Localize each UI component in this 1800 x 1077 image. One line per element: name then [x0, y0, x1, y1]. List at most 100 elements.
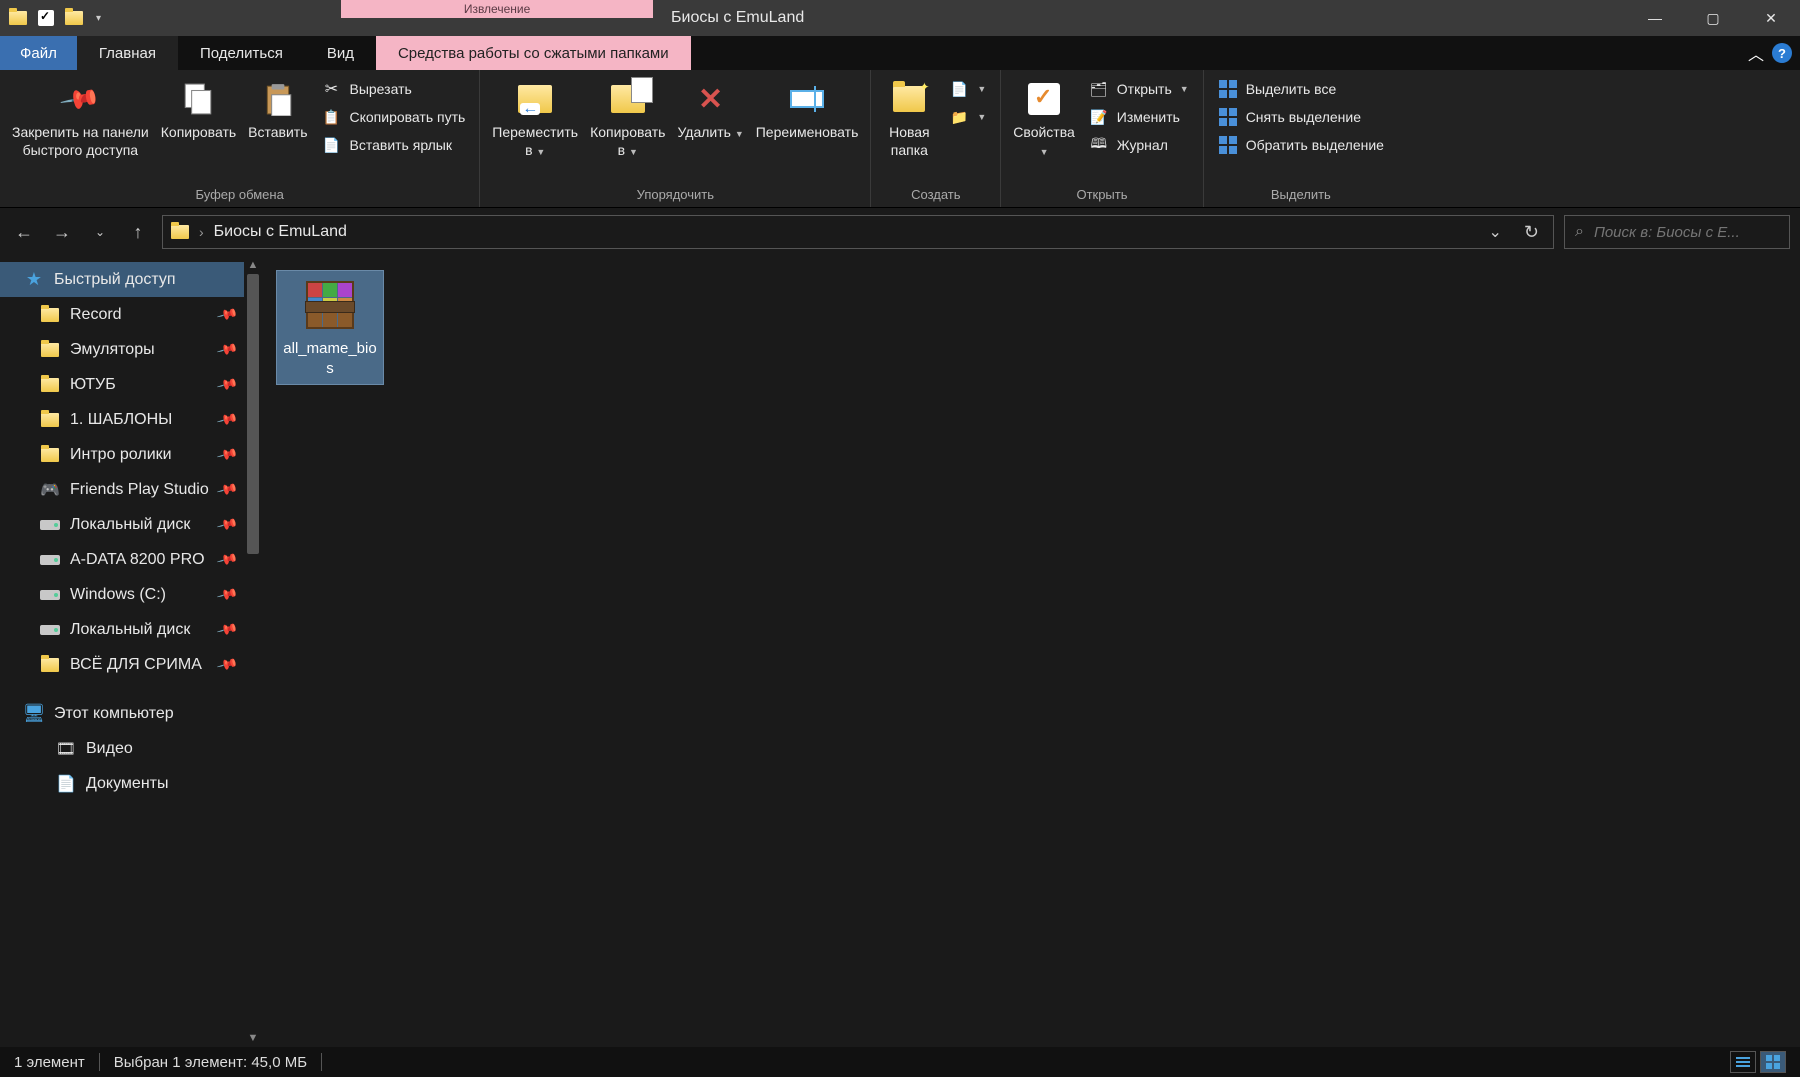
- qat-properties-icon[interactable]: [36, 8, 56, 28]
- rename-icon: [788, 80, 826, 118]
- address-dropdown[interactable]: ⌄: [1483, 222, 1508, 242]
- pin-icon: 📌: [215, 583, 239, 606]
- status-separator: [99, 1053, 100, 1071]
- pin-icon: 📌: [215, 478, 239, 501]
- maximize-button[interactable]: ▢: [1684, 0, 1742, 36]
- ribbon-group-select: Выделить все Снять выделение Обратить вы…: [1204, 70, 1398, 207]
- address-bar[interactable]: › Биосы с EmuLand ⌄ ↻: [162, 215, 1554, 249]
- copy-icon: [179, 80, 217, 118]
- special-icon: 🎮: [40, 480, 60, 500]
- file-name-label: all_mame_bios: [283, 339, 377, 378]
- tab-view[interactable]: Вид: [305, 36, 376, 70]
- open-button[interactable]: 🗂Открыть ▼: [1083, 76, 1195, 102]
- select-all-button[interactable]: Выделить все: [1212, 76, 1390, 102]
- view-icons-button[interactable]: [1760, 1051, 1786, 1073]
- tab-share[interactable]: Поделиться: [178, 36, 305, 70]
- cut-button[interactable]: ✂ Вырезать: [316, 76, 472, 102]
- sidebar-item-youtube[interactable]: ЮТУБ📌: [0, 367, 244, 402]
- ribbon-group-clipboard-label: Буфер обмена: [0, 181, 479, 207]
- qat-dropdown[interactable]: ▾: [92, 13, 105, 24]
- copy-button[interactable]: Копировать: [155, 74, 242, 144]
- copy-path-button[interactable]: 📋 Скопировать путь: [316, 104, 472, 130]
- file-item-all-mame-bios[interactable]: all_mame_bios: [276, 270, 384, 385]
- open-icon: 🗂: [1089, 79, 1109, 99]
- new-folder-button[interactable]: Новая папка: [877, 74, 941, 161]
- forward-button[interactable]: →: [48, 218, 76, 246]
- qat-newfolder-icon[interactable]: [64, 8, 84, 28]
- sidebar-item-local-disk-2[interactable]: Локальный диск📌: [0, 612, 244, 647]
- pin-quick-access-button[interactable]: 📌 Закрепить на панели быстрого доступа: [6, 74, 155, 161]
- edit-button[interactable]: 📝Изменить: [1083, 104, 1195, 130]
- paste-button[interactable]: Вставить: [242, 74, 313, 144]
- breadcrumb-current[interactable]: Биосы с EmuLand: [214, 223, 347, 241]
- new-folder-icon: [890, 80, 928, 118]
- drive-icon: [40, 515, 60, 535]
- status-bar: 1 элемент Выбран 1 элемент: 45,0 МБ: [0, 1047, 1800, 1077]
- sidebar-scrollbar[interactable]: ▲ ▼: [244, 256, 262, 1047]
- copy-to-button[interactable]: Копировать в ▼: [584, 74, 671, 161]
- file-list[interactable]: all_mame_bios: [262, 256, 1800, 1047]
- new-item-button[interactable]: 📄▼: [943, 76, 992, 102]
- properties-button[interactable]: Свойства▼: [1007, 74, 1080, 161]
- paste-shortcut-button[interactable]: 📄 Вставить ярлык: [316, 132, 472, 158]
- delete-icon: ✕: [692, 80, 730, 118]
- status-separator: [321, 1053, 322, 1071]
- sidebar-item-templates[interactable]: 1. ШАБЛОНЫ📌: [0, 402, 244, 437]
- search-icon: ⌕: [1575, 223, 1584, 241]
- sidebar-item-emulators[interactable]: Эмуляторы📌: [0, 332, 244, 367]
- ribbon-group-clipboard: 📌 Закрепить на панели быстрого доступа К…: [0, 70, 480, 207]
- folder-icon: [40, 445, 60, 465]
- pin-icon: 📌: [215, 303, 239, 326]
- history-button[interactable]: 🕮Журнал: [1083, 132, 1195, 158]
- collapse-ribbon-icon[interactable]: ︿: [1748, 41, 1764, 65]
- status-item-count: 1 элемент: [14, 1054, 85, 1071]
- star-icon: ★: [24, 270, 44, 290]
- search-box[interactable]: ⌕: [1564, 215, 1790, 249]
- scroll-thumb[interactable]: [247, 274, 259, 554]
- deselect-icon: [1218, 107, 1238, 127]
- sidebar-item-stream[interactable]: ВСЁ ДЛЯ СРИМА📌: [0, 647, 244, 682]
- close-button[interactable]: ✕: [1742, 0, 1800, 36]
- minimize-button[interactable]: —: [1626, 0, 1684, 36]
- pin-icon: 📌: [215, 443, 239, 466]
- select-all-icon: [1218, 79, 1238, 99]
- scroll-up-icon[interactable]: ▲: [244, 256, 262, 274]
- search-input[interactable]: [1594, 224, 1779, 241]
- folder-icon: [40, 375, 60, 395]
- sidebar-item-intro[interactable]: Интро ролики📌: [0, 437, 244, 472]
- library-icon: 🎞: [56, 739, 76, 759]
- sidebar-item-local-disk-1[interactable]: Локальный диск📌: [0, 507, 244, 542]
- status-selection: Выбран 1 элемент: 45,0 МБ: [114, 1054, 307, 1071]
- refresh-button[interactable]: ↻: [1518, 222, 1545, 243]
- main-area: ★ Быстрый доступ Record📌 Эмуляторы📌 ЮТУБ…: [0, 256, 1800, 1047]
- sidebar-item-adata[interactable]: A-DATA 8200 PRO📌: [0, 542, 244, 577]
- back-button[interactable]: ←: [10, 218, 38, 246]
- sidebar-quick-access[interactable]: ★ Быстрый доступ: [0, 262, 244, 297]
- delete-button[interactable]: ✕ Удалить ▼: [671, 74, 749, 144]
- sidebar-item-videos[interactable]: 🎞Видео: [0, 731, 244, 766]
- tab-compressed-tools[interactable]: Средства работы со сжатыми папками: [376, 36, 691, 70]
- move-to-button[interactable]: Переместить в ▼: [486, 74, 584, 161]
- help-icon[interactable]: ?: [1772, 43, 1792, 63]
- deselect-button[interactable]: Снять выделение: [1212, 104, 1390, 130]
- sidebar-item-documents[interactable]: 📄Документы: [0, 766, 244, 801]
- up-button[interactable]: ↑: [124, 218, 152, 246]
- easy-access-icon: 📁: [949, 107, 969, 127]
- sidebar-this-pc[interactable]: 🖥Этот компьютер: [0, 696, 244, 731]
- recent-locations-button[interactable]: ⌄: [86, 218, 114, 246]
- sidebar-item-windows-c[interactable]: Windows (C:)📌: [0, 577, 244, 612]
- drive-icon: [40, 620, 60, 640]
- contextual-tab-header: Извлечение: [341, 0, 653, 36]
- file-menu[interactable]: Файл: [0, 36, 77, 70]
- copy-to-icon: [609, 80, 647, 118]
- invert-selection-button[interactable]: Обратить выделение: [1212, 132, 1390, 158]
- pin-icon: 📌: [215, 513, 239, 536]
- edit-icon: 📝: [1089, 107, 1109, 127]
- sidebar-item-record[interactable]: Record📌: [0, 297, 244, 332]
- sidebar-item-friends-play[interactable]: 🎮Friends Play Studio📌: [0, 472, 244, 507]
- rename-button[interactable]: Переименовать: [750, 74, 865, 144]
- view-details-button[interactable]: [1730, 1051, 1756, 1073]
- tab-home[interactable]: Главная: [77, 36, 178, 70]
- easy-access-button[interactable]: 📁▼: [943, 104, 992, 130]
- scroll-down-icon[interactable]: ▼: [244, 1029, 262, 1047]
